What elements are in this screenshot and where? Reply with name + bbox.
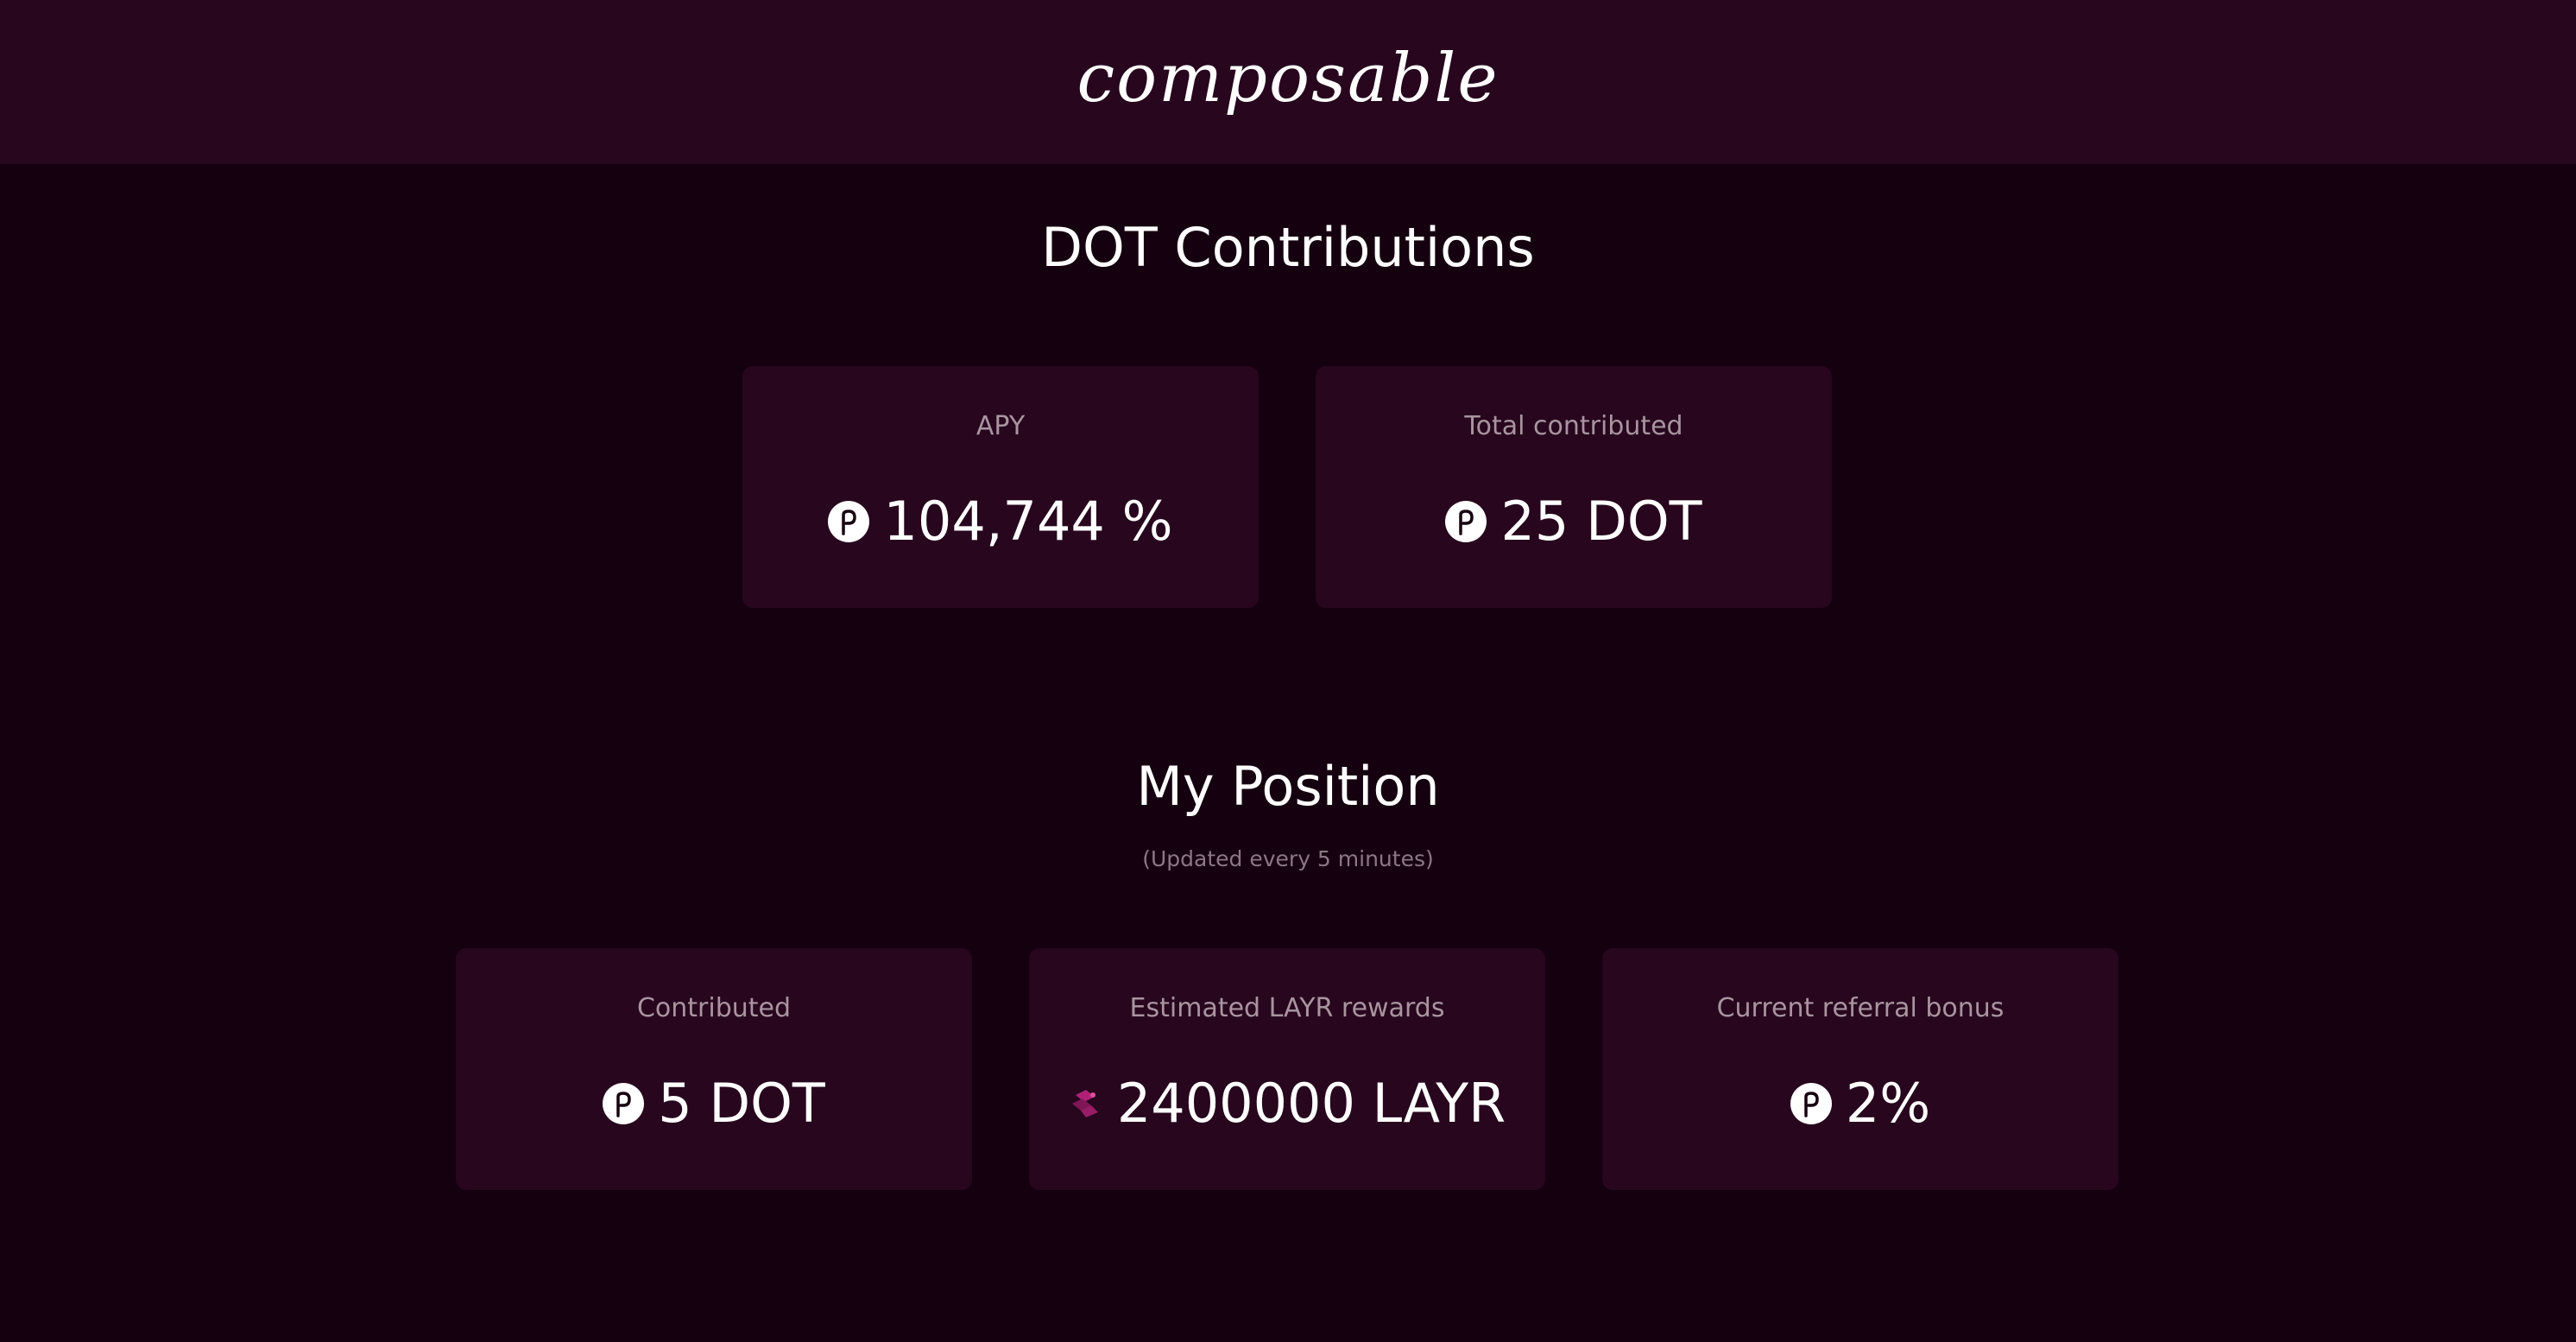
contributed-card: Contributed 5 DOT (456, 948, 972, 1190)
polkadot-icon (1445, 501, 1487, 542)
total-contributed-value-row: 25 DOT (1316, 487, 1832, 556)
apy-label: APY (975, 411, 1026, 441)
layr-icon (1071, 1090, 1098, 1117)
current-referral-bonus-card: Current referral bonus 2% (1602, 948, 2118, 1190)
contributed-value: 5 DOT (658, 1072, 825, 1135)
estimated-layr-rewards-label: Estimated LAYR rewards (1129, 993, 1445, 1023)
my-position-title: My Position (1136, 755, 1440, 818)
top-header: composable (0, 0, 2576, 164)
contributed-label: Contributed (636, 993, 792, 1023)
total-contributed-label: Total contributed (1464, 411, 1683, 441)
apy-card: APY 104,744 % (742, 366, 1259, 608)
apy-value-row: 104,744 % (742, 487, 1259, 556)
estimated-layr-rewards-value-row: 2400000 LAYR (1029, 1069, 1545, 1138)
polkadot-icon (828, 501, 870, 542)
current-referral-bonus-label: Current referral bonus (1716, 993, 2005, 1023)
dot-contributions-title: DOT Contributions (1041, 216, 1535, 279)
polkadot-icon (1790, 1083, 1832, 1124)
composable-logo[interactable]: composable (1076, 40, 1499, 117)
estimated-layr-rewards-card: Estimated LAYR rewards 2400000 LAYR (1029, 948, 1545, 1190)
apy-value: 104,744 % (883, 490, 1173, 553)
total-contributed-card: Total contributed 25 DOT (1316, 366, 1832, 608)
polkadot-icon (603, 1083, 645, 1124)
current-referral-bonus-value-row: 2% (1602, 1069, 2118, 1138)
update-frequency-note: (Updated every 5 minutes) (1142, 846, 1434, 871)
total-contributed-value: 25 DOT (1500, 490, 1702, 553)
contributed-value-row: 5 DOT (456, 1069, 972, 1138)
estimated-layr-rewards-value: 2400000 LAYR (1116, 1072, 1506, 1135)
current-referral-bonus-value: 2% (1845, 1072, 1931, 1135)
